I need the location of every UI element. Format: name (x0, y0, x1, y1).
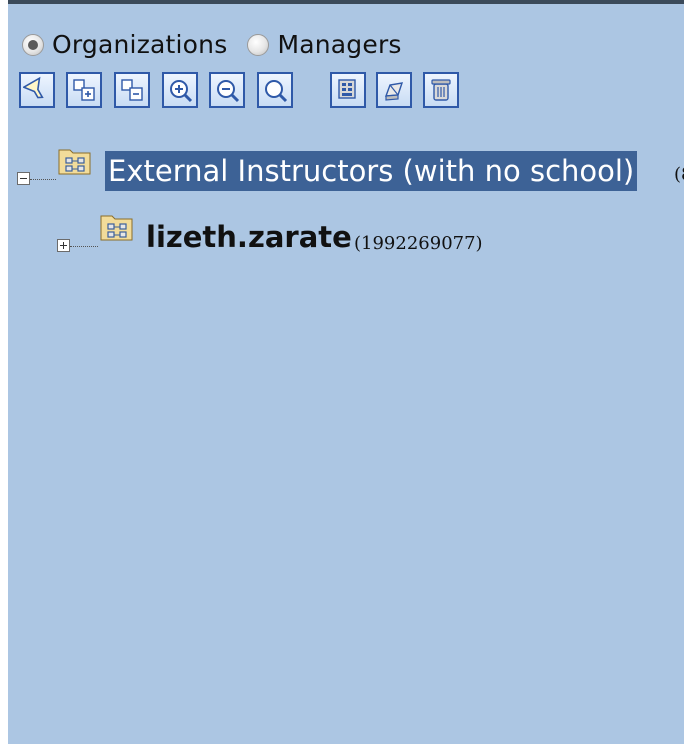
filter-icon (23, 76, 44, 99)
search-icon (265, 80, 288, 103)
edit-button[interactable] (376, 72, 412, 108)
managers-radio[interactable] (247, 33, 270, 56)
organizations-radio[interactable] (22, 33, 44, 56)
search-button[interactable] (257, 72, 293, 108)
organization-button[interactable] (330, 72, 366, 108)
tree-connector (70, 246, 98, 248)
root-collapse-toggle[interactable] (17, 172, 30, 185)
organizations-radio-label[interactable]: Organizations (52, 30, 227, 59)
organization-icon (100, 215, 133, 241)
expand-all-button[interactable] (66, 72, 102, 108)
collapse-all-button[interactable] (114, 72, 150, 108)
zoom-in-icon (170, 80, 193, 103)
zoom-out-icon (217, 80, 240, 103)
organization-icon (338, 79, 356, 99)
tree-node-count: (1992269077) (354, 233, 483, 254)
tree-connector (30, 179, 56, 181)
page-left-margin (0, 0, 8, 744)
tree-node-label[interactable]: lizeth.zarate (146, 217, 352, 257)
delete-icon (431, 79, 451, 101)
collapse-all-icon (121, 79, 143, 101)
filter-button[interactable] (19, 72, 55, 108)
organization-tree-panel: Organizations Managers External Instruct… (8, 0, 684, 744)
view-toggle: Organizations Managers (22, 30, 422, 59)
edit-icon (384, 82, 404, 101)
tree-node-label[interactable]: External Instructors (with no school) (105, 151, 638, 191)
child-expand-toggle[interactable] (57, 239, 70, 252)
organization-icon (58, 149, 91, 175)
tree-node-count: (8 (674, 164, 684, 185)
delete-button[interactable] (423, 72, 459, 108)
expand-all-icon (73, 79, 95, 101)
managers-radio-label[interactable]: Managers (277, 30, 401, 59)
zoom-out-button[interactable] (209, 72, 245, 108)
zoom-in-button[interactable] (162, 72, 198, 108)
